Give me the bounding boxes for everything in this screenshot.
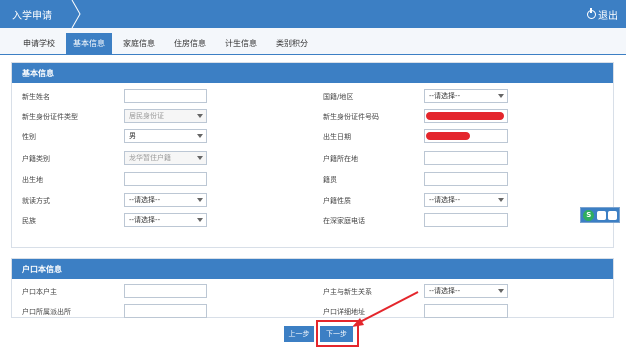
label-id-number: 新生身份证件号码	[323, 113, 379, 121]
tab-housing-info[interactable]: 住房信息	[165, 33, 215, 55]
native-place-field[interactable]	[424, 172, 508, 186]
tab-basic-info[interactable]: 基本信息	[66, 33, 112, 55]
nationality-value: --请选择--	[429, 92, 461, 100]
household-panel: 户口本信息	[11, 258, 614, 318]
gender-select[interactable]: 男	[124, 129, 207, 143]
top-bar: 入学申请 退出	[0, 0, 626, 28]
household-head-field[interactable]	[124, 284, 207, 298]
logout-button[interactable]: 退出	[587, 7, 618, 22]
label-birth-date: 出生日期	[323, 133, 351, 141]
nationality-select[interactable]: --请选择--	[424, 89, 508, 103]
chevron-down-icon	[197, 156, 203, 160]
basic-info-panel: 基本信息	[11, 62, 614, 248]
household-type-select[interactable]: 龙华暂住户籍	[124, 151, 207, 165]
label-student-name: 新生姓名	[22, 93, 50, 101]
birthplace-field[interactable]	[124, 172, 207, 186]
power-icon	[587, 8, 596, 19]
label-study-mode: 就读方式	[22, 197, 50, 205]
chevron-down-icon	[197, 198, 203, 202]
chevron-right-icon	[71, 0, 81, 28]
label-id-type: 新生身份证件类型	[22, 113, 78, 121]
chevron-down-icon	[197, 114, 203, 118]
basic-info-title: 基本信息	[22, 69, 54, 78]
logout-label: 退出	[598, 11, 618, 22]
household-type-value: 龙华暂住户籍	[129, 154, 171, 162]
label-birthplace: 出生地	[22, 176, 43, 184]
breadcrumb: 入学申请	[0, 0, 82, 28]
household-nature-select[interactable]: --请选择--	[424, 193, 508, 207]
tab-family-info[interactable]: 家庭信息	[114, 33, 164, 55]
police-station-field[interactable]	[124, 304, 207, 318]
label-gender: 性别	[22, 133, 36, 141]
chevron-down-icon	[498, 289, 504, 293]
label-native-place: 籍贯	[323, 176, 337, 184]
tab-category-points[interactable]: 类别积分	[266, 33, 318, 55]
tab-apply-school[interactable]: 申请学校	[14, 33, 64, 55]
student-name-field[interactable]	[124, 89, 207, 103]
gender-value: 男	[129, 132, 136, 140]
study-mode-select[interactable]: --请选择--	[124, 193, 207, 207]
label-household-head: 户口本户主	[22, 288, 57, 296]
basic-info-header: 基本信息	[12, 63, 613, 83]
chevron-down-icon	[498, 94, 504, 98]
breadcrumb-label: 入学申请	[12, 11, 52, 22]
label-household-nature: 户籍性质	[323, 197, 351, 205]
annotation-arrow	[352, 291, 419, 327]
chevron-down-icon	[498, 198, 504, 202]
household-nature-value: --请选择--	[429, 196, 461, 204]
tab-bar: 申请学校 基本信息 家庭信息 住房信息 计生信息 类别积分	[0, 28, 626, 55]
chevron-down-icon	[197, 134, 203, 138]
redaction-mark	[426, 132, 470, 140]
box-icon	[596, 210, 606, 220]
floating-toolbar-widget[interactable]: S	[580, 207, 620, 223]
household-title: 户口本信息	[22, 265, 62, 274]
ethnicity-value: --请选择--	[129, 216, 161, 224]
household-header: 户口本信息	[12, 259, 613, 279]
label-home-phone: 在深家庭电话	[323, 217, 365, 225]
relationship-value: --请选择--	[429, 287, 461, 295]
annotation-highlight-box	[316, 320, 359, 347]
home-phone-field[interactable]	[424, 213, 508, 227]
id-type-value: 居民身份证	[129, 112, 164, 120]
ethnicity-select[interactable]: --请选择--	[124, 213, 207, 227]
household-location-field[interactable]	[424, 151, 508, 165]
redaction-mark	[426, 112, 504, 120]
relationship-select[interactable]: --请选择--	[424, 284, 508, 298]
study-mode-value: --请选择--	[129, 196, 161, 204]
chevron-down-icon	[197, 218, 203, 222]
s-logo-icon: S	[583, 209, 595, 221]
label-nationality: 国籍/地区	[323, 93, 354, 101]
label-ethnicity: 民族	[22, 217, 36, 225]
label-household-type: 户籍类别	[22, 155, 50, 163]
prev-step-button[interactable]: 上一步	[284, 326, 314, 342]
box-icon	[607, 210, 617, 220]
tab-family-planning[interactable]: 计生信息	[216, 33, 266, 55]
label-police-station: 户口所属派出所	[22, 308, 71, 316]
label-household-location: 户籍所在地	[323, 155, 358, 163]
id-type-select[interactable]: 居民身份证	[124, 109, 207, 123]
detailed-address-field[interactable]	[424, 304, 508, 318]
